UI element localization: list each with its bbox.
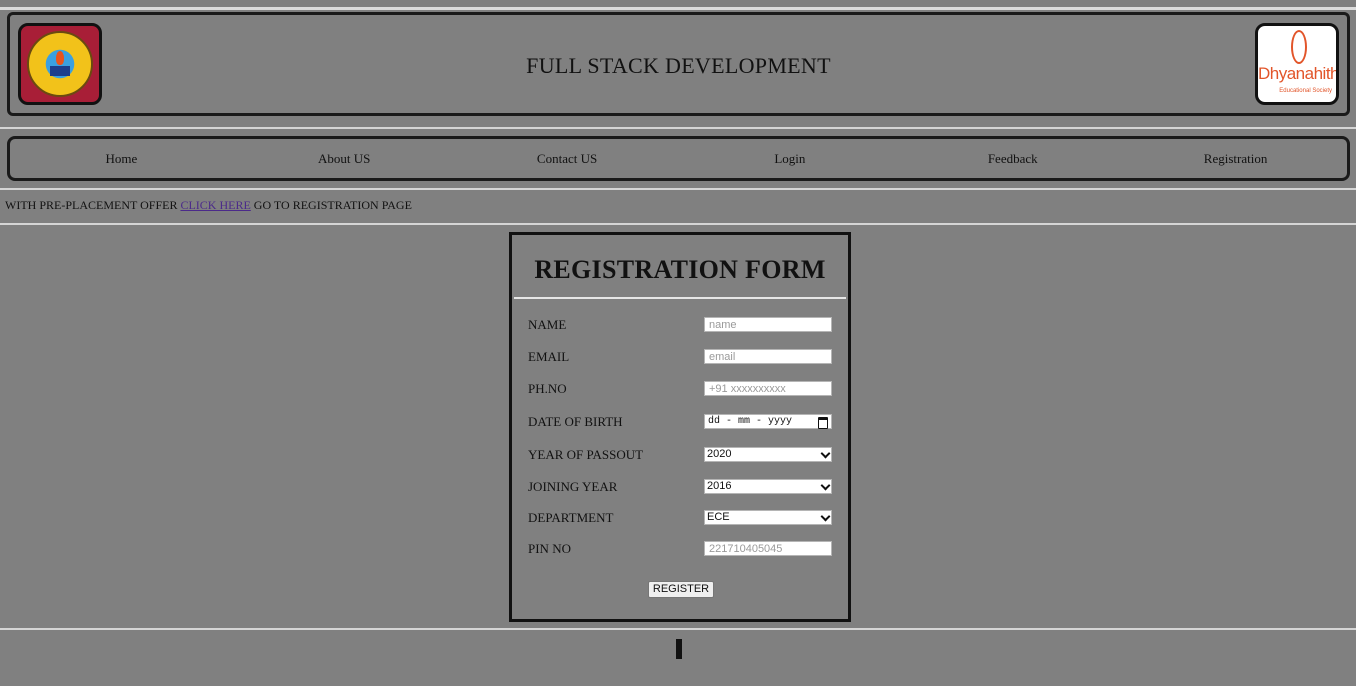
- department-row: DEPARTMENT ECE: [528, 510, 832, 532]
- dob-label: DATE OF BIRTH: [528, 414, 623, 429]
- form-title: REGISTRATION FORM: [534, 255, 826, 284]
- dhyanahitha-logo: Dhyanahitha Educational Society: [1255, 23, 1339, 105]
- header: FULL STACK DEVELOPMENT Dhyanahitha Educa…: [7, 12, 1350, 116]
- phone-row: PH.NO: [528, 381, 832, 403]
- name-input[interactable]: [704, 317, 832, 332]
- email-label: EMAIL: [528, 349, 570, 364]
- pin-input[interactable]: [704, 541, 832, 556]
- department-label: DEPARTMENT: [528, 510, 614, 525]
- dob-row: DATE OF BIRTH dd - mm - yyyy: [528, 414, 832, 436]
- nav-item-registration[interactable]: Registration: [1124, 151, 1347, 167]
- divider: [0, 628, 1356, 630]
- brand-text: Dhyanahitha: [1258, 64, 1339, 83]
- click-here-link[interactable]: CLICK HERE: [180, 198, 250, 212]
- nav-item-about-us[interactable]: About US: [233, 151, 456, 167]
- register-button[interactable]: REGISTER: [648, 581, 714, 598]
- promo-suffix: GO TO REGISTRATION PAGE: [250, 198, 412, 212]
- calendar-icon[interactable]: [818, 417, 828, 429]
- nav-item-home[interactable]: Home: [10, 151, 233, 167]
- divider: [0, 223, 1356, 225]
- pin-row: PIN NO: [528, 541, 832, 563]
- form-title-rule: [514, 297, 846, 299]
- email-row: EMAIL: [528, 349, 832, 371]
- joining-row: JOINING YEAR 2016: [528, 479, 832, 501]
- divider: [0, 127, 1356, 129]
- brand-subtext: Educational Society: [1279, 88, 1332, 94]
- phone-label: PH.NO: [528, 381, 567, 396]
- promo-prefix: WITH PRE-PLACEMENT OFFER: [5, 198, 181, 212]
- joining-label: JOINING YEAR: [528, 479, 618, 494]
- passout-row: YEAR OF PASSOUT 2020: [528, 447, 832, 469]
- pin-label: PIN NO: [528, 541, 571, 556]
- nav-item-contact-us[interactable]: Contact US: [456, 151, 679, 167]
- name-row: NAME: [528, 317, 832, 339]
- department-select[interactable]: ECE: [704, 510, 832, 525]
- passout-select[interactable]: 2020: [704, 447, 832, 462]
- nav-item-feedback[interactable]: Feedback: [901, 151, 1124, 167]
- header-top-line: [0, 7, 1356, 10]
- text-cursor-icon: [676, 639, 682, 659]
- email-input[interactable]: [704, 349, 832, 364]
- promo-text: WITH PRE-PLACEMENT OFFER CLICK HERE GO T…: [5, 198, 412, 213]
- drop-icon: [1291, 30, 1307, 64]
- registration-form: REGISTRATION FORM NAME EMAIL PH.NO DATE …: [509, 232, 851, 622]
- dob-input[interactable]: dd - mm - yyyy: [704, 414, 832, 429]
- nav-bar: Home About US Contact US Login Feedback …: [7, 136, 1350, 181]
- page-title: FULL STACK DEVELOPMENT: [526, 53, 831, 78]
- dob-value: dd - mm - yyyy: [708, 416, 793, 427]
- divider: [0, 188, 1356, 190]
- passout-label: YEAR OF PASSOUT: [528, 447, 644, 462]
- phone-input[interactable]: [704, 381, 832, 396]
- nav-item-login[interactable]: Login: [678, 151, 901, 167]
- joining-select[interactable]: 2016: [704, 479, 832, 494]
- name-label: NAME: [528, 317, 567, 332]
